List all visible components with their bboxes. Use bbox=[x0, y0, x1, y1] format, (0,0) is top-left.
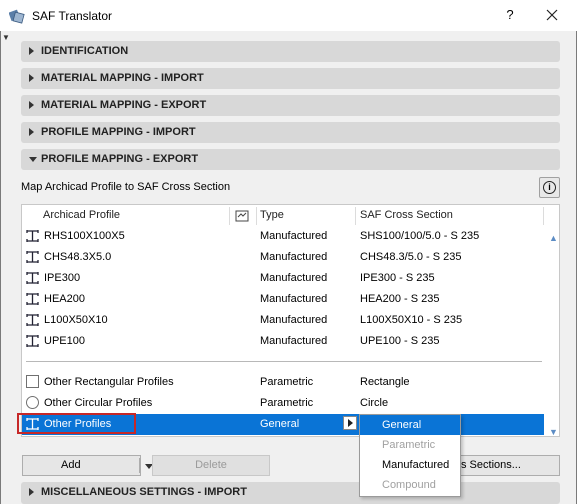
profile-type[interactable]: Manufactured bbox=[260, 335, 327, 347]
column-divider bbox=[256, 207, 257, 225]
table-row-other-circular[interactable]: Other Circular Profiles Parametric Circl… bbox=[22, 393, 544, 414]
saf-section[interactable]: SHS100/100/5.0 - S 235 bbox=[360, 230, 479, 242]
table-row[interactable]: UPE100 Manufactured UPE100 - S 235 bbox=[22, 331, 544, 352]
table-row[interactable]: CHS48.3X5.0 Manufactured CHS48.3/5.0 - S… bbox=[22, 247, 544, 268]
saf-section[interactable]: Rectangle bbox=[360, 376, 410, 388]
type-dropdown-menu[interactable]: General Parametric Manufactured Compound bbox=[359, 414, 461, 497]
i-beam-icon bbox=[26, 230, 39, 242]
profile-type[interactable]: General bbox=[260, 418, 299, 430]
profile-type[interactable]: Manufactured bbox=[260, 251, 327, 263]
i-beam-icon bbox=[26, 314, 39, 326]
profile-name: Other Circular Profiles bbox=[44, 397, 153, 409]
popup-arrow-icon bbox=[348, 419, 353, 427]
saf-translator-icon bbox=[9, 9, 25, 24]
table-row-other-rectangular[interactable]: Other Rectangular Profiles Parametric Re… bbox=[22, 372, 544, 393]
sort-filter-icon[interactable] bbox=[235, 209, 249, 222]
mapping-subtitle: Map Archicad Profile to SAF Cross Sectio… bbox=[21, 181, 231, 193]
section-misc-settings-import[interactable]: MISCELLANEOUS SETTINGS - IMPORT bbox=[21, 482, 560, 504]
radio-icon bbox=[26, 396, 39, 409]
expand-arrow-icon bbox=[29, 128, 34, 136]
profile-mapping-table[interactable]: Archicad Profile Type SAF Cross Section … bbox=[21, 204, 560, 437]
type-popup-button[interactable] bbox=[343, 416, 357, 430]
i-beam-icon bbox=[26, 272, 39, 284]
i-beam-icon bbox=[26, 335, 39, 347]
help-button[interactable]: ? bbox=[500, 5, 520, 25]
section-material-mapping-import[interactable]: MATERIAL MAPPING - IMPORT bbox=[21, 68, 560, 89]
section-profile-mapping-import[interactable]: PROFILE MAPPING - IMPORT bbox=[21, 122, 560, 143]
profile-type[interactable]: Manufactured bbox=[260, 293, 327, 305]
title-bar: SAF Translator ? bbox=[0, 0, 577, 31]
section-label: PROFILE MAPPING - IMPORT bbox=[41, 126, 196, 138]
profile-type[interactable]: Parametric bbox=[260, 376, 313, 388]
i-beam-icon bbox=[26, 293, 39, 305]
button-split bbox=[139, 458, 140, 473]
add-button-label: Add bbox=[61, 459, 81, 471]
section-label: MISCELLANEOUS SETTINGS - IMPORT bbox=[41, 486, 247, 498]
column-divider bbox=[355, 207, 356, 225]
expand-arrow-icon bbox=[29, 488, 34, 496]
profile-type[interactable]: Manufactured bbox=[260, 314, 327, 326]
profile-name: Other Rectangular Profiles bbox=[44, 376, 174, 388]
info-icon: i bbox=[543, 181, 556, 194]
menu-item-parametric: Parametric bbox=[382, 439, 436, 451]
section-label: MATERIAL MAPPING - EXPORT bbox=[41, 99, 207, 111]
saf-section[interactable]: CHS48.3/5.0 - S 235 bbox=[360, 251, 462, 263]
table-row[interactable]: HEA200 Manufactured HEA200 - S 235 bbox=[22, 289, 544, 310]
profile-type[interactable]: Manufactured bbox=[260, 230, 327, 242]
info-button[interactable]: i bbox=[539, 177, 560, 198]
expand-arrow-icon bbox=[29, 101, 34, 109]
close-button[interactable] bbox=[540, 5, 564, 25]
menu-item-manufactured[interactable]: Manufactured bbox=[360, 455, 460, 475]
saf-section[interactable]: IPE300 - S 235 bbox=[360, 272, 435, 284]
menu-item-general[interactable]: General bbox=[360, 415, 460, 435]
profile-name: IPE300 bbox=[44, 272, 81, 284]
scroll-down-icon[interactable]: ▼ bbox=[549, 427, 558, 437]
highlight-frame bbox=[17, 413, 136, 434]
section-label: PROFILE MAPPING - EXPORT bbox=[41, 153, 199, 165]
column-header-type[interactable]: Type bbox=[260, 209, 284, 221]
profile-name: CHS48.3X5.0 bbox=[44, 251, 112, 263]
table-row[interactable]: IPE300 Manufactured IPE300 - S 235 bbox=[22, 268, 544, 289]
section-material-mapping-export[interactable]: MATERIAL MAPPING - EXPORT bbox=[21, 95, 560, 116]
profile-name: UPE100 bbox=[44, 335, 85, 347]
section-identification[interactable]: IDENTIFICATION bbox=[21, 41, 560, 62]
saf-section[interactable]: HEA200 - S 235 bbox=[360, 293, 440, 305]
profile-name: L100X50X10 bbox=[44, 314, 108, 326]
table-row[interactable]: RHS100X100X5 Manufactured SHS100/100/5.0… bbox=[22, 226, 544, 247]
delete-button[interactable]: Delete bbox=[152, 455, 270, 476]
saf-section[interactable]: Circle bbox=[360, 397, 388, 409]
i-beam-icon bbox=[26, 251, 39, 263]
section-label: IDENTIFICATION bbox=[41, 45, 129, 57]
saf-section[interactable]: L100X50X10 - S 235 bbox=[360, 314, 462, 326]
window-title: SAF Translator bbox=[32, 9, 113, 23]
table-row[interactable]: L100X50X10 Manufactured L100X50X10 - S 2… bbox=[22, 310, 544, 331]
table-divider bbox=[26, 361, 542, 362]
column-divider bbox=[543, 207, 544, 225]
saf-section[interactable]: UPE100 - S 235 bbox=[360, 335, 440, 347]
add-button[interactable]: Add bbox=[22, 455, 153, 476]
window-frame-left bbox=[0, 31, 1, 504]
profile-type[interactable]: Manufactured bbox=[260, 272, 327, 284]
checkbox-icon bbox=[26, 375, 39, 388]
resize-marker-icon: ▼ bbox=[2, 33, 10, 42]
menu-item-compound: Compound bbox=[382, 479, 436, 491]
expand-arrow-icon bbox=[29, 47, 34, 55]
expand-arrow-icon bbox=[29, 74, 34, 82]
profile-name: RHS100X100X5 bbox=[44, 230, 125, 242]
profile-name: HEA200 bbox=[44, 293, 85, 305]
collapse-arrow-icon bbox=[29, 157, 37, 162]
column-divider bbox=[229, 207, 230, 225]
section-profile-mapping-export[interactable]: PROFILE MAPPING - EXPORT bbox=[21, 149, 560, 170]
column-header-saf-section[interactable]: SAF Cross Section bbox=[360, 209, 453, 221]
column-header-profile[interactable]: Archicad Profile bbox=[43, 209, 120, 221]
close-icon bbox=[546, 9, 558, 21]
profile-type[interactable]: Parametric bbox=[260, 397, 313, 409]
scroll-up-icon[interactable]: ▲ bbox=[549, 233, 558, 243]
section-label: MATERIAL MAPPING - IMPORT bbox=[41, 72, 204, 84]
